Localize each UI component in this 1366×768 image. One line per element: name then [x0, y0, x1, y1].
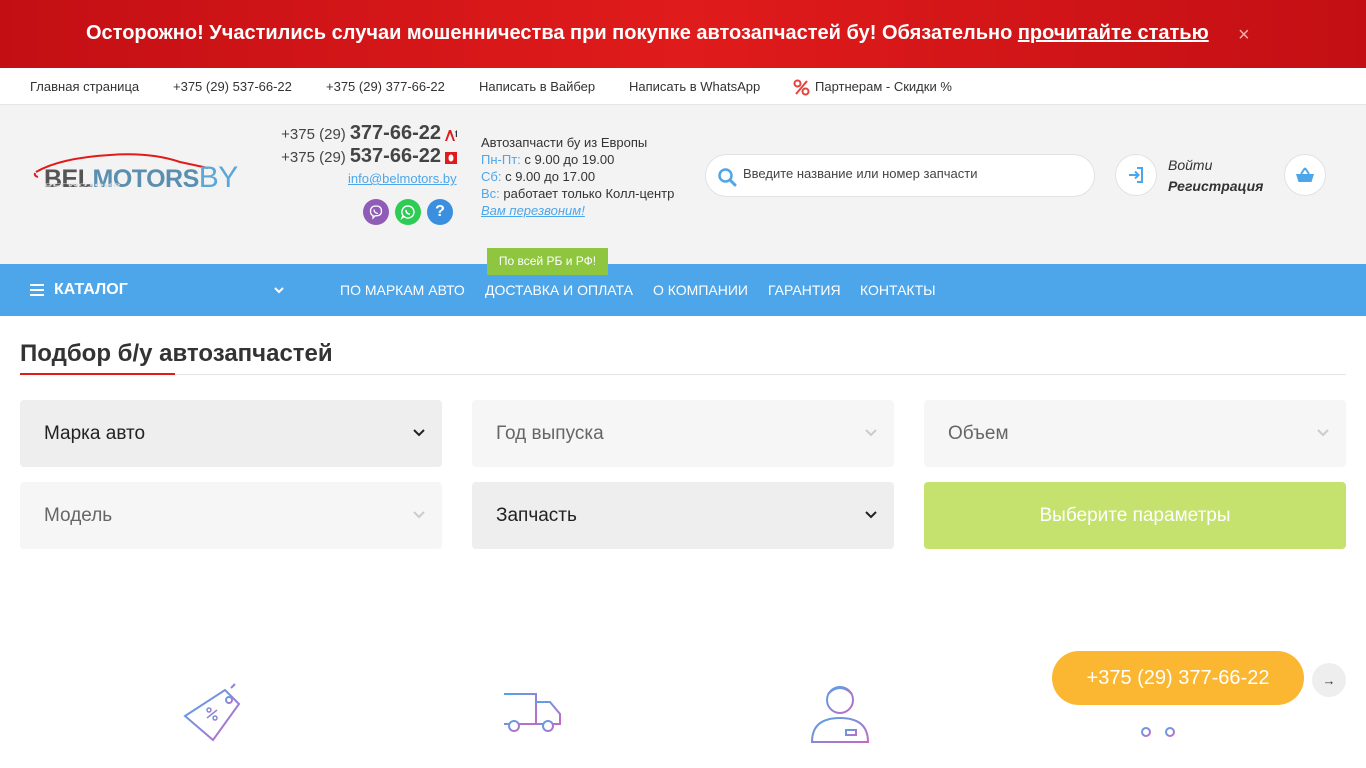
search-box [705, 154, 1095, 197]
phone-number: 377-66-22 [349, 122, 441, 144]
catalog-menu-button[interactable]: КАТАЛОГ [30, 281, 128, 299]
page-title: Подбор б/у автозапчастей [20, 340, 333, 367]
phone-code: +375 (29) [281, 126, 346, 143]
model-select-label: Модель [44, 504, 113, 526]
phone-velcom[interactable]: +375 (29) 377-66-22 [262, 122, 458, 145]
phone-number: 537-66-22 [349, 145, 441, 167]
submit-button[interactable]: Выберите параметры [924, 482, 1346, 549]
title-underline [20, 373, 175, 375]
register-link[interactable]: Регистрация [1168, 178, 1263, 194]
logo-reflection: BELMOTORS [44, 182, 121, 188]
chevron-down-icon [1317, 429, 1329, 437]
phone-block: +375 (29) 377-66-22 +375 (29) 537-66-22 [262, 122, 458, 168]
catalog-label: КАТАЛОГ [54, 281, 128, 298]
read-article-link[interactable]: прочитайте статью [1018, 22, 1209, 44]
logo-text-bel: BEL [44, 165, 93, 193]
nav-contacts[interactable]: КОНТАКТЫ [860, 282, 936, 298]
hours-title: Автозапчасти бу из Европы [481, 135, 648, 150]
viber-icon[interactable] [363, 199, 389, 225]
make-select-label: Марка авто [44, 422, 146, 444]
nav-brands[interactable]: ПО МАРКАМ АВТО [340, 282, 465, 298]
manager-person-icon [810, 686, 870, 743]
saturday-hours: с 9.00 до 17.00 [505, 169, 596, 184]
mts-operator-icon [445, 151, 457, 164]
login-icon [1129, 167, 1143, 183]
sunday-hours: работает только Колл-центр [503, 186, 675, 201]
search-icon[interactable] [717, 167, 737, 187]
warning-banner: Осторожно! Участились случаи мошенничест… [0, 0, 1366, 68]
make-select[interactable]: Марка авто [20, 400, 442, 467]
callback-link[interactable]: Вам перезвоним! [481, 202, 674, 219]
nav-whatsapp-link[interactable]: Написать в WhatsApp [629, 79, 760, 94]
top-navigation: Главная страница +375 (29) 537-66-22 +37… [0, 68, 1366, 105]
a1-operator-icon [445, 129, 457, 141]
chevron-down-icon[interactable] [273, 285, 285, 295]
email-link[interactable]: info@belmotors.by [348, 171, 457, 186]
main-navigation: КАТАЛОГ ПО МАРКАМ АВТО ДОСТАВКА И ОПЛАТА… [0, 264, 1366, 316]
weekdays-hours: с 9.00 до 19.00 [524, 152, 615, 167]
year-select-label: Год выпуска [496, 422, 604, 444]
part-select[interactable]: Запчасть [472, 482, 894, 549]
chevron-down-icon [413, 511, 425, 519]
phone-code: +375 (29) [281, 149, 346, 166]
title-divider [20, 374, 1346, 375]
nav-phone-2-link[interactable]: +375 (29) 377-66-22 [326, 79, 445, 94]
basket-icon [1296, 167, 1314, 182]
nav-partners-link[interactable]: Партнерам - Скидки % [815, 79, 952, 94]
nav-warranty[interactable]: ГАРАНТИЯ [768, 282, 841, 298]
model-select[interactable]: Модель [20, 482, 442, 549]
delivery-truck-icon [490, 693, 561, 732]
floating-phone-button[interactable]: +375 (29) 377-66-22 [1052, 651, 1304, 705]
nav-home-link[interactable]: Главная страница [30, 79, 139, 94]
belmotors-logo[interactable]: BELMOTORSBY BELMOTORS [30, 150, 240, 200]
saturday-label: Сб: [481, 169, 502, 184]
percent-icon [793, 79, 810, 96]
warning-text: Осторожно! Участились случаи мошенничест… [86, 22, 1209, 45]
chevron-down-icon [413, 429, 425, 437]
sunday-label: Вс: [481, 186, 500, 201]
search-input[interactable] [743, 166, 1083, 181]
close-icon[interactable]: × [1238, 24, 1250, 47]
arrow-right-icon[interactable]: → [1312, 663, 1346, 697]
cart-button[interactable] [1284, 154, 1326, 196]
chevron-down-icon [865, 429, 877, 437]
help-icon[interactable]: ? [427, 199, 453, 225]
warning-message: Осторожно! Участились случаи мошенничест… [86, 22, 1018, 44]
work-hours: Автозапчасти бу из Европы Пн-Пт: с 9.00 … [481, 134, 674, 219]
volume-select-label: Объем [948, 422, 1009, 444]
whatsapp-icon[interactable] [395, 199, 421, 225]
delivery-promo-badge: По всей РБ и РФ! [487, 248, 608, 275]
chevron-down-icon [865, 511, 877, 519]
login-button[interactable] [1115, 154, 1157, 196]
price-tag-icon [183, 683, 241, 742]
phone-mts[interactable]: +375 (29) 537-66-22 [262, 145, 458, 168]
year-select[interactable]: Год выпуска [472, 400, 894, 467]
nav-viber-link[interactable]: Написать в Вайбер [479, 79, 595, 94]
logo-text-motors: MOTORS [92, 165, 200, 193]
nav-delivery[interactable]: ДОСТАВКА И ОПЛАТА [485, 282, 633, 298]
weekdays-label: Пн-Пт: [481, 152, 521, 167]
nav-about[interactable]: О КОМПАНИИ [653, 282, 748, 298]
part-select-label: Запчасть [496, 504, 577, 526]
logo-text-by: BY [198, 161, 239, 194]
login-link[interactable]: Войти [1168, 157, 1212, 173]
hamburger-icon [30, 284, 44, 296]
nav-phone-1-link[interactable]: +375 (29) 537-66-22 [173, 79, 292, 94]
volume-select[interactable]: Объем [924, 400, 1346, 467]
